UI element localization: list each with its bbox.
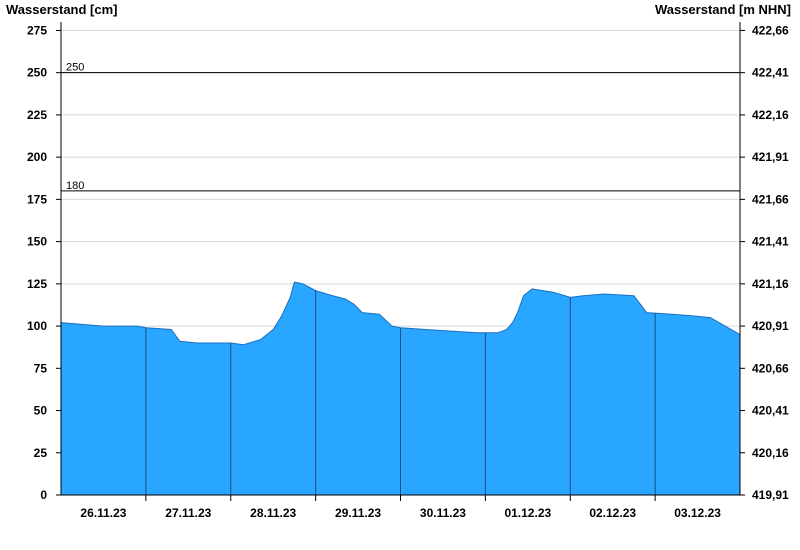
x-tick-label: 30.11.23 xyxy=(420,506,466,520)
y-tick-label-left: 25 xyxy=(34,446,48,460)
reference-label-180: 180 xyxy=(66,180,84,192)
y-tick-label-left: 50 xyxy=(34,404,48,418)
y-tick-label-left: 175 xyxy=(27,192,47,206)
reference-label-250: 250 xyxy=(66,62,84,74)
water-level-chart: 250 180 0 419,91 25 420,16 50 420,41 75 420,66 10… xyxy=(6,2,791,520)
right-axis-title: Wasserstand [m NHN] xyxy=(655,2,791,17)
y-tick-label-left: 200 xyxy=(27,150,47,164)
left-axis-title: Wasserstand [cm] xyxy=(6,2,118,17)
y-tick-label-right: 421,66 xyxy=(752,192,789,206)
y-tick-label-right: 422,16 xyxy=(752,108,789,122)
x-tick-label: 02.12.23 xyxy=(589,506,636,520)
x-tick-label: 29.11.23 xyxy=(335,506,381,520)
y-tick-label-right: 422,66 xyxy=(752,23,789,37)
y-tick-label-right: 420,41 xyxy=(752,404,789,418)
x-tick-label: 27.11.23 xyxy=(165,506,211,520)
y-tick-label-left: 225 xyxy=(27,108,47,122)
y-tick-label-left: 150 xyxy=(27,235,47,249)
y-tick-label-right: 420,16 xyxy=(752,446,789,460)
y-tick-label-right: 419,91 xyxy=(752,488,789,502)
x-tick-label: 03.12.23 xyxy=(674,506,721,520)
y-tick-label-right: 421,16 xyxy=(752,277,789,291)
reference-lines: 250 180 xyxy=(61,62,740,192)
y-tick-label-right: 422,41 xyxy=(752,66,789,80)
y-tick-label-left: 275 xyxy=(27,23,47,37)
y-tick-label-left: 75 xyxy=(34,361,48,375)
y-tick-label-right: 420,66 xyxy=(752,361,789,375)
y-tick-label-left: 125 xyxy=(27,277,47,291)
y-tick-label-right: 420,91 xyxy=(752,319,789,333)
y-tick-label-left: 100 xyxy=(27,319,47,333)
x-tick-label: 28.11.23 xyxy=(250,506,296,520)
y-tick-label-right: 421,91 xyxy=(752,150,789,164)
y-tick-label-right: 421,41 xyxy=(752,235,789,249)
x-tick-label: 26.11.23 xyxy=(80,506,126,520)
x-tick-label: 01.12.23 xyxy=(504,506,551,520)
y-tick-label-left: 0 xyxy=(40,488,47,502)
y-tick-label-left: 250 xyxy=(27,66,47,80)
